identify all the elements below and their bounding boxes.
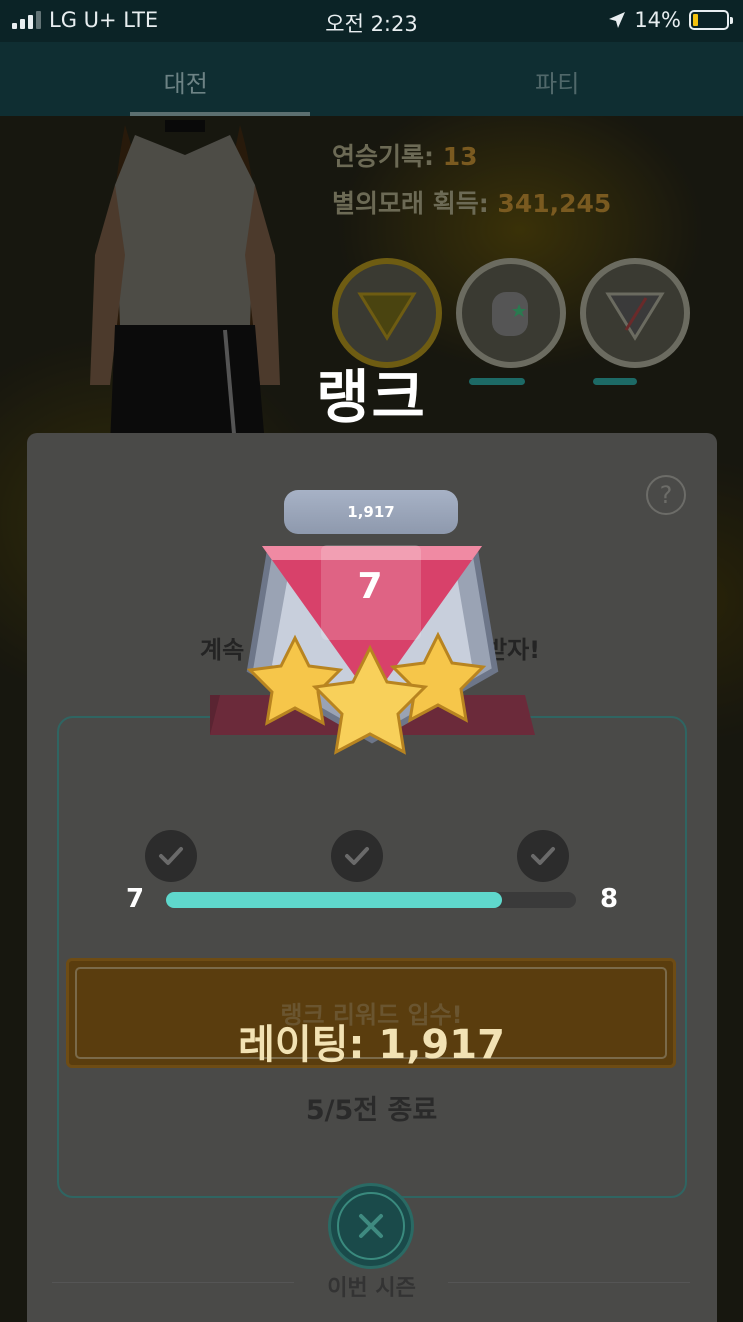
current-rank-number: 7 (126, 884, 145, 914)
battle-check-1 (145, 830, 197, 882)
check-icon (159, 847, 183, 865)
tab-party[interactable]: 파티 (372, 42, 743, 116)
rank-title: 랭크 (316, 363, 427, 431)
battle-tabs: 대전 파티 (0, 42, 743, 116)
close-icon (359, 1214, 383, 1238)
rank-progress-fill (166, 892, 503, 908)
rating-pill: 1,917 (284, 490, 458, 534)
battle-check-2 (331, 830, 383, 882)
battle-check-3 (517, 830, 569, 882)
location-arrow-icon (609, 12, 626, 28)
help-button[interactable]: ? (646, 475, 686, 515)
battles-completed: 5/5전 종료 (305, 1095, 438, 1126)
close-button[interactable] (328, 1183, 414, 1269)
check-icon (345, 847, 369, 865)
status-bar: LG U+ LTE 오전 2:23 14% (0, 0, 743, 42)
next-rank-number: 8 (600, 884, 619, 914)
season-label: 이번 시즌 (327, 1276, 416, 1301)
battery-percent: 14% (634, 8, 681, 32)
streak-label: 연승기록: (332, 142, 434, 171)
battery-icon (689, 10, 733, 30)
check-icon (531, 847, 555, 865)
rank-progress-bar (166, 892, 576, 908)
battle-stats: 연승기록: 13 별의모래 획득: 341,245 (332, 133, 611, 227)
stardust-value: 341,245 (497, 189, 612, 218)
rating-text: 레이팅: 1,917 (238, 1022, 505, 1068)
stardust-label: 별의모래 획득: (332, 189, 489, 218)
tab-battle[interactable]: 대전 (0, 42, 372, 116)
streak-value: 13 (442, 142, 478, 171)
rank-number: 7 (357, 566, 383, 607)
